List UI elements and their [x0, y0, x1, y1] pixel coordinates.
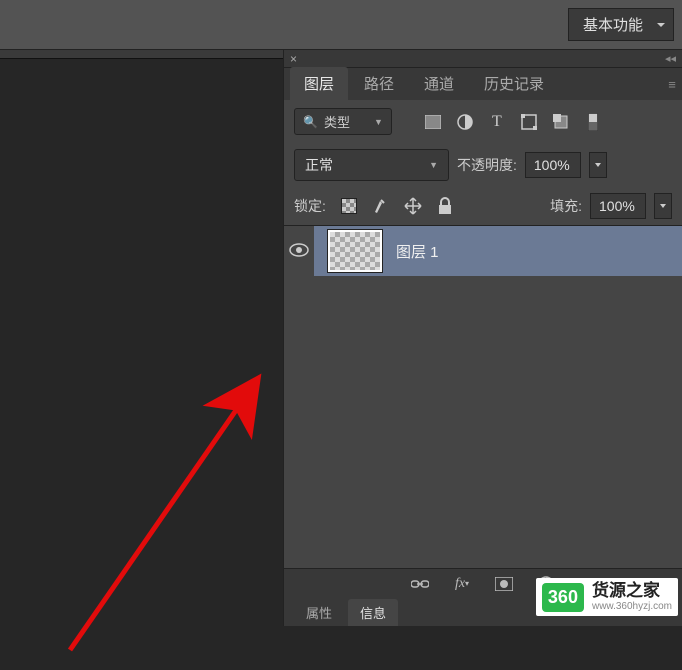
filter-adjustment-icon[interactable]	[456, 113, 474, 131]
workspace-label: 基本功能	[583, 17, 643, 34]
chevron-down-icon: ▼	[374, 117, 383, 127]
chevron-down-icon: ▼	[429, 160, 438, 170]
annotation-arrow	[50, 370, 270, 670]
close-icon[interactable]: ×	[290, 52, 297, 66]
link-layers-icon[interactable]	[410, 574, 430, 594]
filter-type-select[interactable]: 🔍 类型 ▼	[294, 108, 392, 135]
lock-all-icon[interactable]	[434, 195, 456, 217]
layer-name-label[interactable]: 图层 1	[396, 241, 439, 262]
collapse-icon[interactable]: ◂◂	[665, 52, 676, 65]
fill-input[interactable]	[590, 193, 646, 219]
layer-row[interactable]: 图层 1	[284, 226, 682, 276]
watermark: 360 货源之家 www.360hyzj.com	[536, 578, 678, 616]
opacity-label: 不透明度:	[457, 155, 517, 175]
filter-pixel-icon[interactable]	[424, 113, 442, 131]
workspace-selector[interactable]: 基本功能	[568, 8, 674, 41]
fill-dropdown-button[interactable]	[654, 193, 672, 219]
layer-effects-icon[interactable]: fx▾	[452, 574, 472, 594]
lock-label: 锁定:	[294, 196, 326, 216]
filter-shape-icon[interactable]	[520, 113, 538, 131]
tab-layers[interactable]: 图层	[290, 67, 348, 100]
filter-toggle-icon[interactable]	[584, 113, 602, 131]
lock-pixels-icon[interactable]	[370, 195, 392, 217]
lock-transparency-icon[interactable]	[338, 195, 360, 217]
panel-menu-icon[interactable]: ≡	[662, 68, 682, 100]
layers-empty-area[interactable]	[284, 276, 682, 566]
layers-panel: × ◂◂ 图层 路径 通道 历史记录 ≡ 🔍 类型 ▼ T 正常 ▼ 不透明度:	[283, 50, 682, 626]
watermark-url: www.360hyzj.com	[592, 601, 672, 612]
tab-properties[interactable]: 属性	[294, 599, 344, 626]
tab-history[interactable]: 历史记录	[470, 67, 558, 100]
opacity-input[interactable]	[525, 152, 581, 178]
opacity-dropdown-button[interactable]	[589, 152, 607, 178]
lock-position-icon[interactable]	[402, 195, 424, 217]
layers-list: 图层 1	[284, 225, 682, 565]
tab-info[interactable]: 信息	[348, 599, 398, 626]
tab-paths[interactable]: 路径	[350, 67, 408, 100]
filter-type-label: 类型	[324, 112, 350, 131]
blend-mode-label: 正常	[305, 155, 333, 175]
search-icon: 🔍	[303, 115, 318, 129]
filter-text-icon[interactable]: T	[488, 113, 506, 131]
watermark-badge: 360	[542, 583, 584, 612]
layer-mask-icon[interactable]	[494, 574, 514, 594]
layer-thumbnail[interactable]	[328, 230, 382, 272]
watermark-title: 货源之家	[592, 582, 672, 601]
blend-mode-select[interactable]: 正常 ▼	[294, 149, 449, 181]
filter-smartobject-icon[interactable]	[552, 113, 570, 131]
fill-label: 填充:	[550, 196, 582, 216]
visibility-eye-icon[interactable]	[289, 243, 309, 260]
tab-channels[interactable]: 通道	[410, 67, 468, 100]
